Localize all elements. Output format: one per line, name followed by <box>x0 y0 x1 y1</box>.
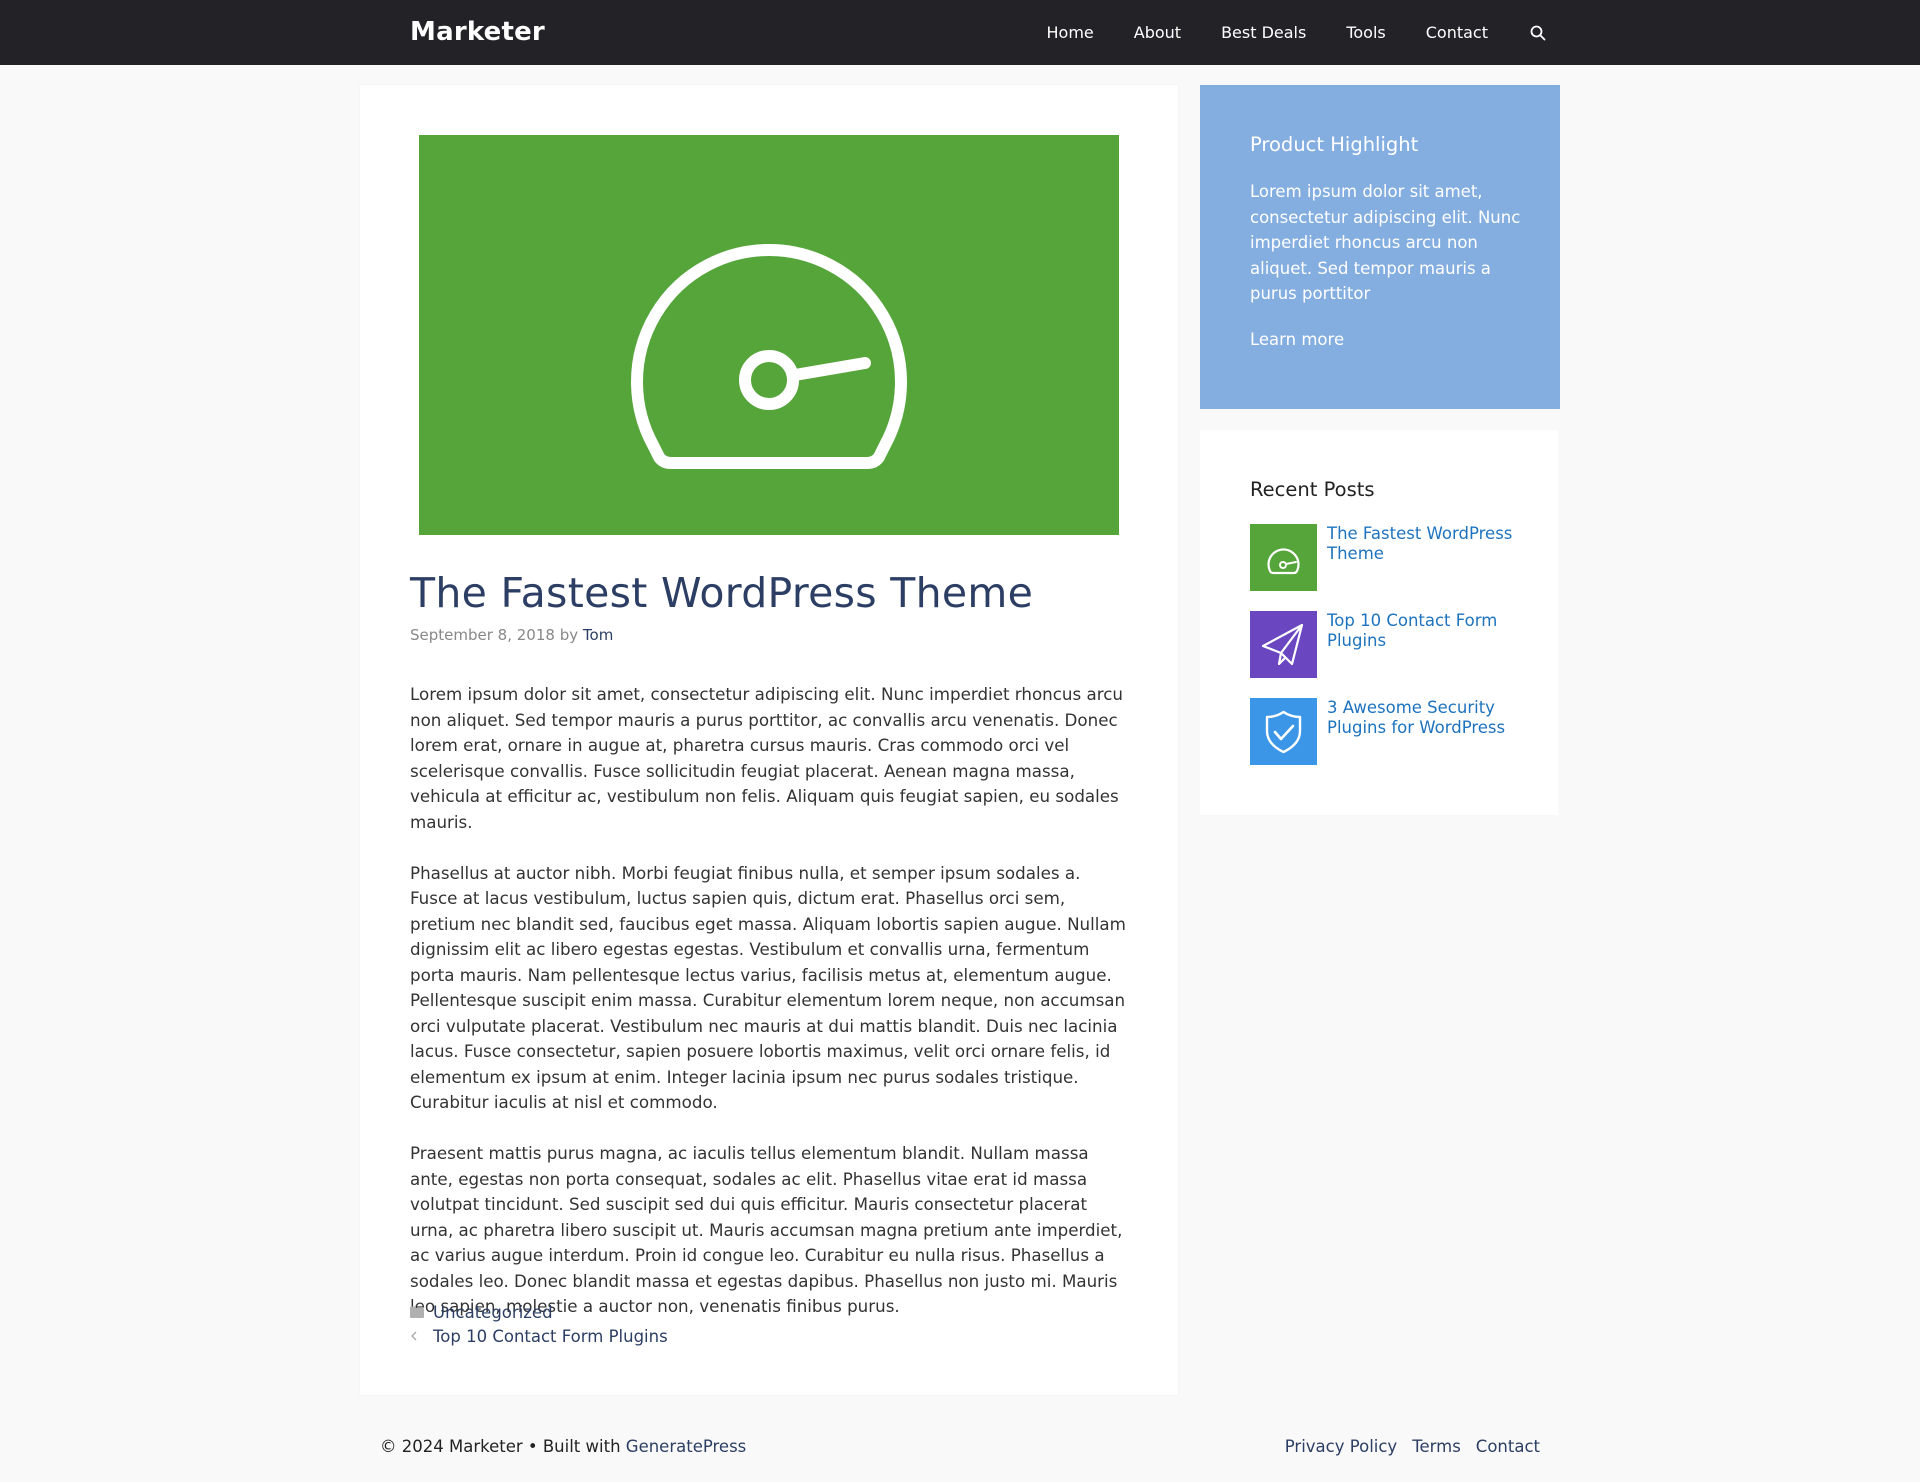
site-logo-link[interactable]: Marketer <box>410 17 545 47</box>
nav-item-tools[interactable]: Tools <box>1346 23 1385 42</box>
recent-post-link[interactable]: 3 Awesome Security Plugins for WordPress <box>1327 698 1527 765</box>
recent-posts-widget: Recent Posts The Fastest WordPress Theme… <box>1200 430 1558 815</box>
nav-item-contact[interactable]: Contact <box>1426 23 1488 42</box>
copyright: © 2024 Marketer • Built with GeneratePre… <box>380 1437 746 1456</box>
recent-post-thumbnail[interactable] <box>1250 611 1317 678</box>
footer-link-contact[interactable]: Contact <box>1476 1437 1540 1456</box>
post-title: The Fastest WordPress Theme <box>410 569 1034 617</box>
recent-post-link[interactable]: Top 10 Contact Form Plugins <box>1327 611 1527 678</box>
paper-plane-icon <box>1261 623 1304 666</box>
recent-post-thumbnail[interactable] <box>1250 524 1317 591</box>
post-footer-meta: Uncategorized Top 10 Contact Form Plugin… <box>410 1300 668 1348</box>
widget-title: Product Highlight <box>1250 133 1419 156</box>
widget-text: Lorem ipsum dolor sit amet, consectetur … <box>1250 182 1521 303</box>
main-menu: Home About Best Deals Tools Contact <box>1007 0 1549 65</box>
post-paragraph: Praesent mattis purus magna, ac iaculis … <box>410 1143 1123 1316</box>
generatepress-link[interactable]: GeneratePress <box>626 1437 747 1456</box>
recent-post-thumbnail[interactable] <box>1250 698 1317 765</box>
post-paragraph: Lorem ipsum dolor sit amet, consectetur … <box>410 684 1123 832</box>
nav-item-best-deals[interactable]: Best Deals <box>1221 23 1306 42</box>
chevron-left-icon <box>410 1331 433 1341</box>
speedometer-icon <box>1267 548 1300 575</box>
recent-post-item: 3 Awesome Security Plugins for WordPress <box>1250 698 1527 765</box>
top-navigation-bar: Marketer Home About Best Deals Tools Con… <box>0 0 1920 65</box>
footer-link-privacy-policy[interactable]: Privacy Policy <box>1285 1437 1397 1456</box>
recent-post-link[interactable]: The Fastest WordPress Theme <box>1327 524 1527 591</box>
widget-title: Recent Posts <box>1250 478 1375 501</box>
folder-icon <box>410 1306 433 1318</box>
post-author-link[interactable]: Tom <box>583 626 613 644</box>
article-card: The Fastest WordPress Theme September 8,… <box>360 85 1178 1395</box>
footer-link-terms[interactable]: Terms <box>1412 1437 1461 1456</box>
speedometer-icon <box>631 244 907 469</box>
product-highlight-widget: Product Highlight Lorem ipsum dolor sit … <box>1200 85 1560 409</box>
featured-image <box>419 135 1119 535</box>
recent-post-item: Top 10 Contact Form Plugins <box>1250 611 1527 678</box>
post-paragraph: Phasellus at auctor nibh. Morbi feugiat … <box>410 862 1126 1113</box>
footer-menu: Privacy Policy Terms Contact <box>1270 1437 1540 1456</box>
nav-item-about[interactable]: About <box>1134 23 1181 42</box>
site-footer: © 2024 Marketer • Built with GeneratePre… <box>0 1425 1920 1475</box>
post-date: September 8, 2018 <box>410 626 555 644</box>
shield-check-icon <box>1265 710 1302 754</box>
copyright-text: © 2024 Marketer • Built with <box>380 1437 621 1456</box>
search-icon[interactable] <box>1528 23 1548 43</box>
category-link[interactable]: Uncategorized <box>433 1303 553 1322</box>
previous-post-link[interactable]: Top 10 Contact Form Plugins <box>433 1327 668 1346</box>
nav-item-home[interactable]: Home <box>1047 23 1094 42</box>
learn-more-link[interactable]: Learn more <box>1250 330 1344 349</box>
recent-post-item: The Fastest WordPress Theme <box>1250 524 1527 591</box>
post-meta: September 8, 2018 by Tom <box>410 626 613 644</box>
post-content: Lorem ipsum dolor sit amet, consectetur … <box>410 682 1130 1345</box>
post-meta-by: by <box>559 626 579 644</box>
